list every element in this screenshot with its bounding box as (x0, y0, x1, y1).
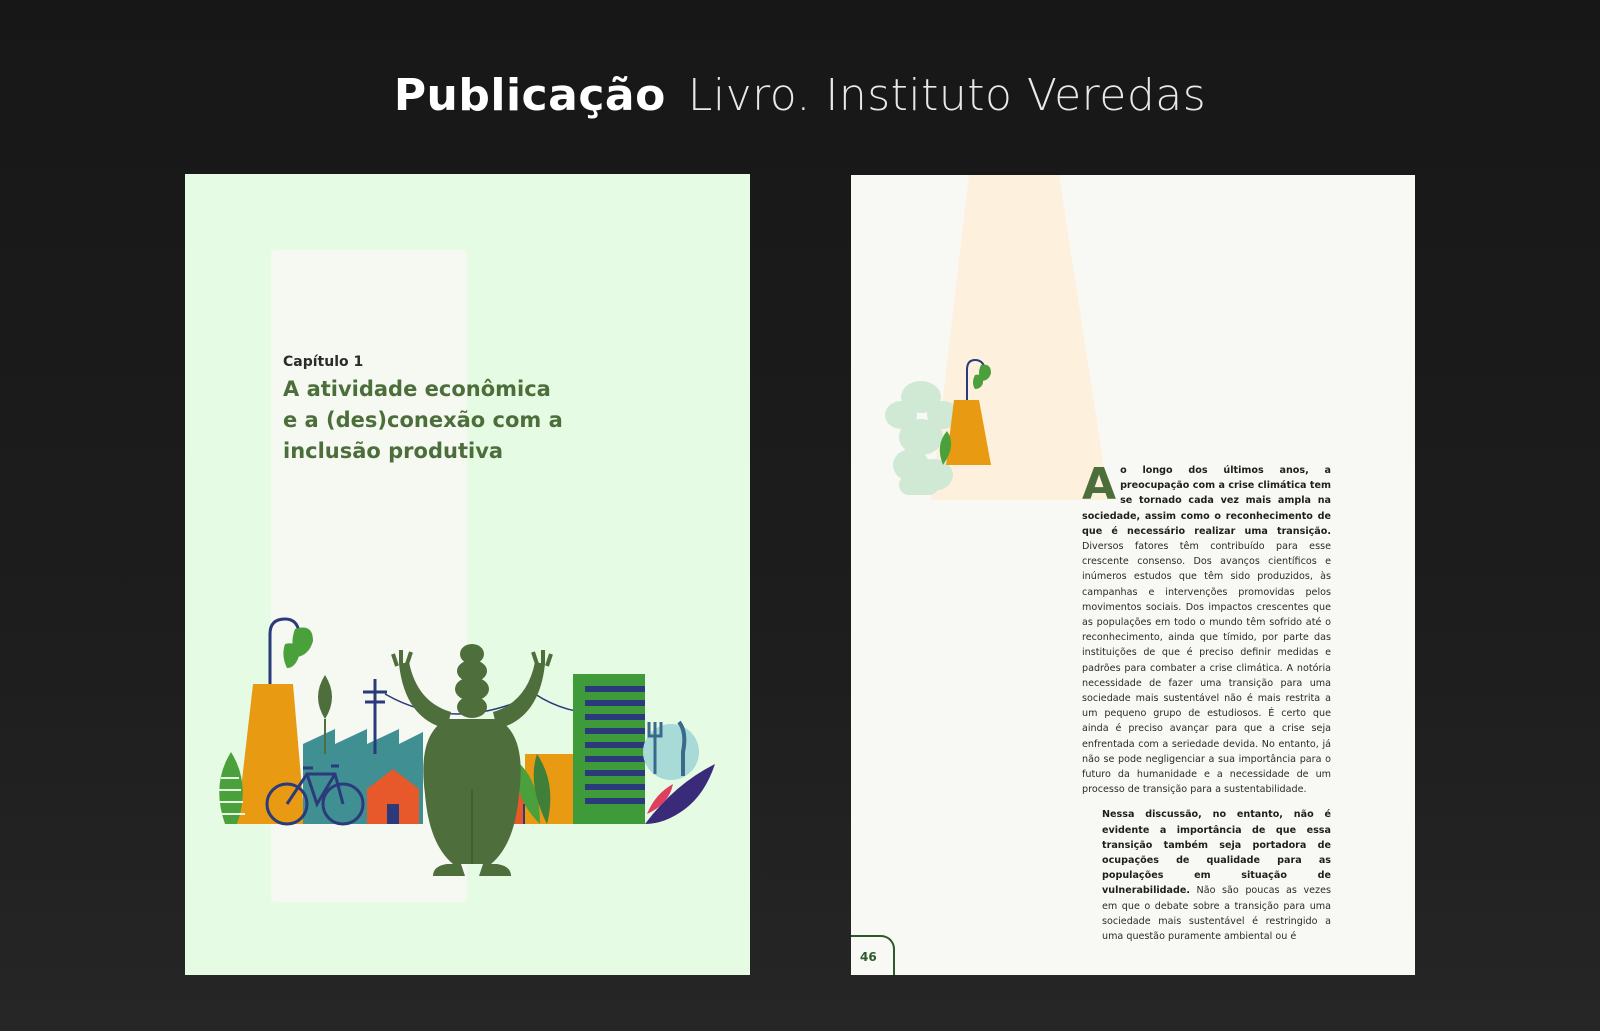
paragraph-2: Nessa discussão, no entanto, não é evide… (1102, 809, 1331, 943)
header-title-light: Livro. Instituto Veredas (687, 70, 1207, 121)
leaf-icon (318, 675, 332, 719)
city-illustration (215, 617, 715, 876)
drop-cap: A (1082, 459, 1117, 510)
leaf-icon (283, 643, 299, 668)
header-title-bold: Publicação (393, 70, 666, 121)
plate-icon (643, 724, 699, 780)
page-number: 46 (860, 950, 877, 964)
paragraph-1: Ao longo dos últimos anos, a preocupação… (1082, 459, 1331, 796)
body-text: Ao longo dos últimos anos, a preocupação… (1082, 463, 1331, 954)
book-page-right: Ao longo dos últimos anos, a preocupação… (851, 175, 1415, 975)
book-page-left: Capítulo 1 A atividade econômica e a (de… (185, 174, 750, 975)
page-number-tab: 46 (851, 935, 895, 975)
chimney-icon (237, 684, 305, 824)
showcase-header: Publicação Livro. Instituto Veredas (0, 70, 1600, 121)
